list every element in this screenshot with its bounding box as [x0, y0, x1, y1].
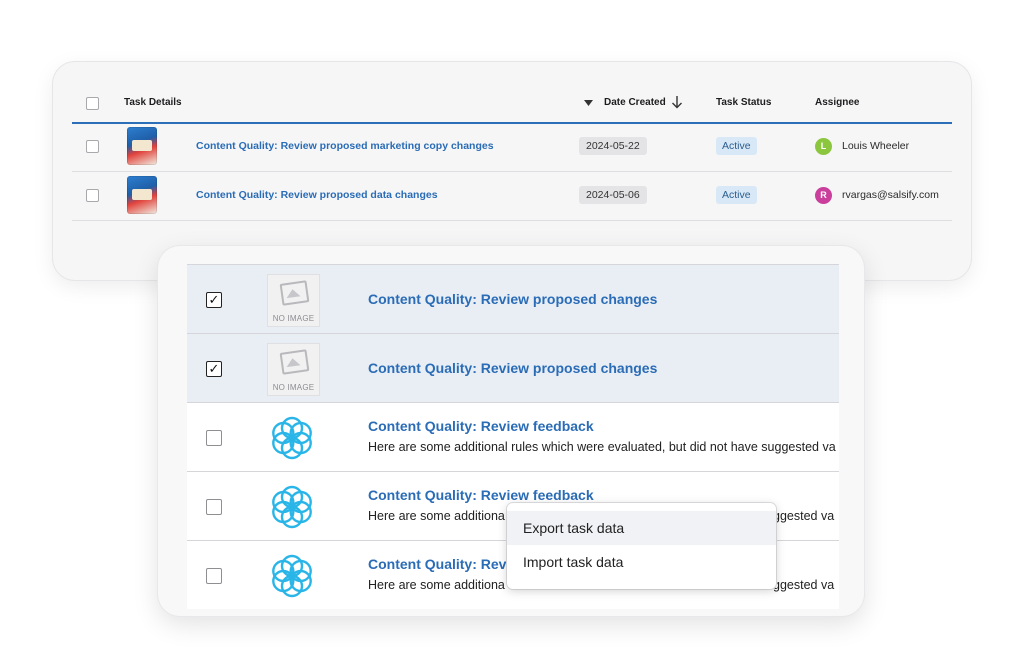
task-title-link[interactable]: Content Quality: Review feedback — [368, 418, 594, 434]
avatar: L — [815, 138, 832, 155]
task-title-link[interactable]: Content Quality: Review proposed marketi… — [196, 140, 494, 152]
status-badge: Active — [716, 186, 757, 204]
date-badge: 2024-05-06 — [579, 186, 647, 204]
row-checkbox[interactable] — [86, 189, 99, 202]
no-image-placeholder: NO IMAGE — [267, 274, 320, 327]
product-thumbnail — [127, 176, 157, 214]
task-description-tail: ggested va — [773, 509, 835, 523]
task-description: Here are some additiona — [368, 578, 505, 592]
row-checkbox[interactable]: ✓ — [206, 292, 222, 308]
no-image-label: NO IMAGE — [272, 383, 315, 392]
row-checkbox[interactable] — [86, 140, 99, 153]
list-item[interactable]: Content Quality: Review feedback Here ar… — [187, 403, 839, 472]
assignee-name: Louis Wheeler — [842, 140, 910, 152]
assignee-name: rvargas@salsify.com — [842, 189, 939, 201]
date-badge: 2024-05-22 — [579, 137, 647, 155]
header-task-status[interactable]: Task Status — [716, 97, 771, 108]
task-title-link[interactable]: Content Quality: Review feedback — [368, 487, 594, 503]
task-title-link[interactable]: Content Quality: Review proposed changes — [368, 360, 657, 376]
flower-logo-icon — [272, 485, 312, 529]
row-checkbox[interactable]: ✓ — [206, 361, 222, 377]
task-description: Here are some additional rules which wer… — [368, 440, 836, 454]
menu-item-import-task-data[interactable]: Import task data — [507, 545, 776, 579]
table-row[interactable]: Content Quality: Review proposed data ch… — [72, 172, 952, 221]
header-date-created[interactable]: Date Created — [604, 97, 666, 108]
product-thumbnail — [127, 127, 157, 165]
header-task-details[interactable]: Task Details — [124, 97, 182, 108]
sort-descending-icon[interactable] — [671, 95, 683, 109]
task-title-link[interactable]: Content Quality: Review proposed changes — [368, 291, 657, 307]
flower-logo-icon — [272, 416, 312, 460]
menu-item-export-task-data[interactable]: Export task data — [507, 511, 776, 545]
task-actions-menu: Export task data Import task data — [507, 503, 776, 589]
table-row[interactable]: Content Quality: Review proposed marketi… — [72, 123, 952, 172]
list-item[interactable]: ✓ NO IMAGE Content Quality: Review propo… — [187, 334, 839, 403]
image-placeholder-icon — [279, 280, 310, 306]
task-description-tail: ggested va — [773, 578, 835, 592]
select-all-checkbox[interactable] — [86, 97, 99, 110]
row-checkbox[interactable] — [206, 430, 222, 446]
row-checkbox[interactable] — [206, 499, 222, 515]
task-description: Here are some additiona — [368, 509, 505, 523]
row-checkbox[interactable] — [206, 568, 222, 584]
sort-caret-icon[interactable] — [584, 100, 593, 107]
image-placeholder-icon — [279, 349, 310, 375]
header-assignee[interactable]: Assignee — [815, 97, 859, 108]
task-title-link[interactable]: Content Quality: Review proposed data ch… — [196, 189, 438, 201]
table-header: Task Details Date Created Task Status As… — [72, 90, 952, 124]
status-badge: Active — [716, 137, 757, 155]
avatar: R — [815, 187, 832, 204]
list-item[interactable]: ✓ NO IMAGE Content Quality: Review propo… — [187, 264, 839, 334]
no-image-placeholder: NO IMAGE — [267, 343, 320, 396]
no-image-label: NO IMAGE — [272, 314, 315, 323]
flower-logo-icon — [272, 554, 312, 598]
task-title-link[interactable]: Content Quality: Revi — [368, 556, 510, 572]
